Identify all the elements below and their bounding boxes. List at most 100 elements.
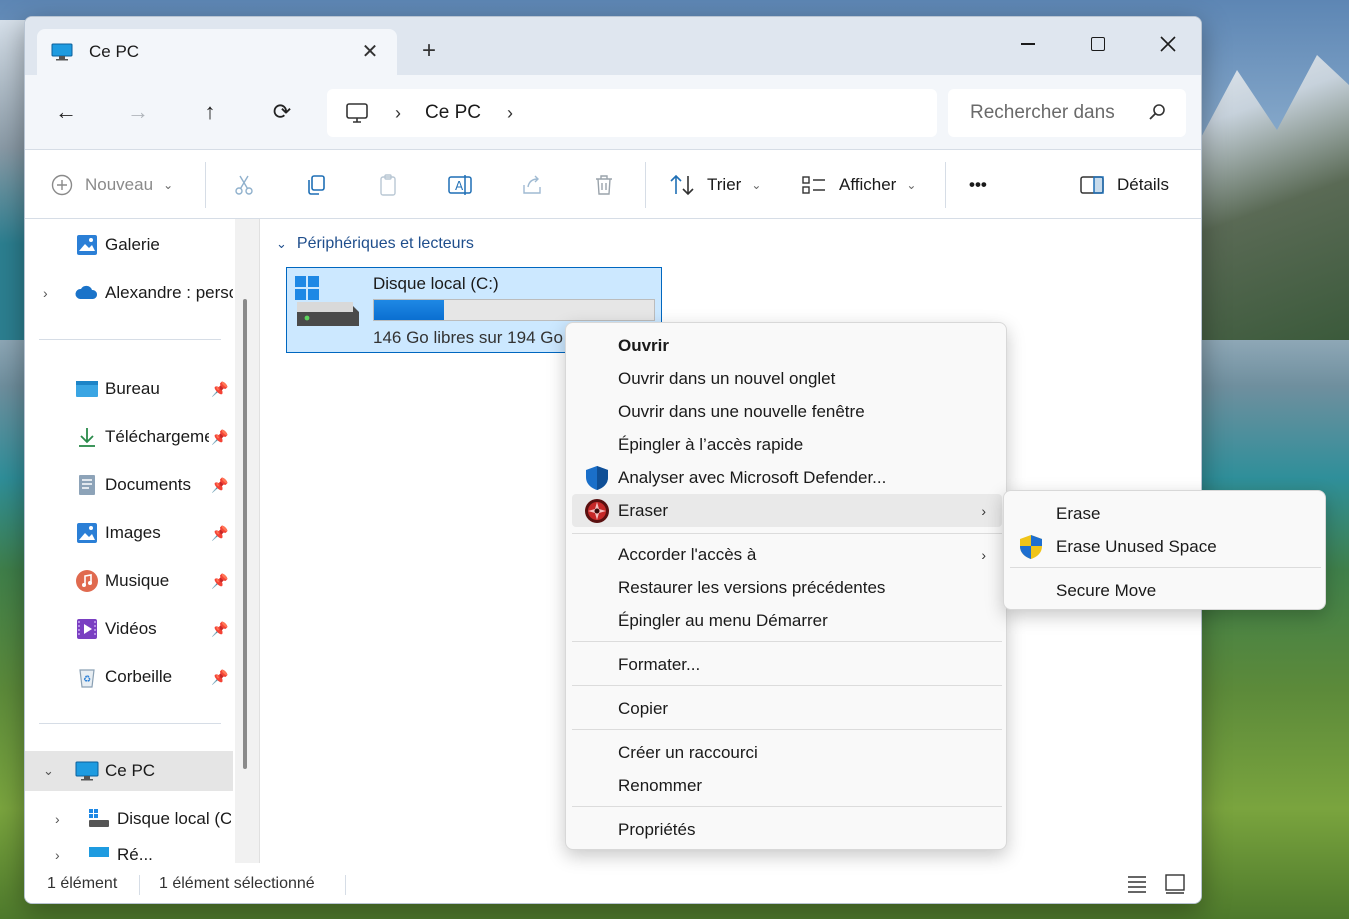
windows-drive-icon (295, 276, 359, 326)
maximize-button[interactable] (1075, 27, 1121, 61)
sidebar-item-telechargements[interactable]: Téléchargements 📌 (25, 417, 233, 457)
refresh-button[interactable]: ⟳ (265, 95, 299, 129)
copy-button[interactable] (301, 170, 331, 200)
details-pane-button[interactable]: Détails (1079, 168, 1169, 202)
sidebar-item-local-disk[interactable]: › Disque local (C:) (25, 799, 233, 839)
new-button[interactable]: Nouveau ⌄ (51, 168, 173, 202)
sidebar-item-bureau[interactable]: Bureau 📌 (25, 369, 233, 409)
sidebar-item-network[interactable]: › Ré... (25, 847, 233, 863)
chevron-down-icon: ⌄ (163, 178, 174, 192)
sidebar-scrollbar-track[interactable] (235, 219, 259, 863)
search-box[interactable]: Rechercher dans (948, 89, 1186, 137)
share-button[interactable] (517, 170, 547, 200)
menu-item-create-shortcut[interactable]: Créer un raccourci (572, 736, 1002, 769)
pictures-icon (77, 523, 97, 543)
uac-shield-icon (1020, 534, 1042, 559)
menu-item-restore-versions[interactable]: Restaurer les versions précédentes (572, 571, 1002, 604)
menu-item-open-new-tab[interactable]: Ouvrir dans un nouvel onglet (572, 362, 1002, 395)
sidebar-item-corbeille[interactable]: ♻ Corbeille 📌 (25, 657, 233, 697)
chevron-down-icon[interactable]: ⌄ (43, 763, 54, 779)
group-header[interactable]: ⌄ Périphériques et lecteurs (276, 235, 474, 253)
submenu-item-erase-unused-space[interactable]: Erase Unused Space (1010, 530, 1321, 563)
back-button[interactable]: ← (49, 95, 83, 129)
monitor-outline-icon (346, 103, 368, 123)
sort-button[interactable]: Trier ⌄ (669, 168, 761, 202)
tab-title: Ce PC (89, 42, 140, 61)
music-icon (76, 570, 98, 592)
sidebar-item-label: Bureau (105, 379, 160, 398)
details-view-icon[interactable] (1125, 873, 1149, 895)
status-divider (345, 875, 346, 895)
details-label: Détails (1117, 175, 1169, 194)
sidebar-item-documents[interactable]: Documents 📌 (25, 465, 233, 505)
network-icon (89, 847, 109, 857)
menu-item-rename[interactable]: Renommer (572, 769, 1002, 802)
pin-icon[interactable]: 📌 (211, 621, 228, 638)
menu-item-format[interactable]: Formater... (572, 648, 1002, 681)
status-divider (139, 875, 140, 895)
sidebar-item-label: Ré... (117, 847, 153, 863)
sidebar-item-ce-pc[interactable]: ⌄ Ce PC (25, 751, 233, 791)
sidebar-item-images[interactable]: Images 📌 (25, 513, 233, 553)
menu-separator (572, 641, 1002, 642)
pin-icon[interactable]: 📌 (211, 477, 228, 494)
cut-button[interactable] (229, 170, 259, 200)
delete-button[interactable] (589, 170, 619, 200)
rename-button[interactable]: A (445, 170, 475, 200)
sidebar-scrollbar-thumb[interactable] (243, 299, 247, 769)
up-button[interactable]: ↑ (193, 95, 227, 129)
menu-label: Propriétés (618, 819, 696, 839)
pin-icon[interactable]: 📌 (211, 429, 228, 446)
submenu-item-secure-move[interactable]: Secure Move (1010, 574, 1321, 607)
sidebar-item-musique[interactable]: Musique 📌 (25, 561, 233, 601)
trash-icon (596, 175, 612, 195)
menu-item-pin-quick-access[interactable]: Épingler à l’accès rapide (572, 428, 1002, 461)
forward-button[interactable]: → (121, 95, 155, 129)
menu-item-ouvrir[interactable]: Ouvrir (572, 329, 1002, 362)
sidebar-item-label: Vidéos (105, 619, 157, 638)
submenu-item-erase[interactable]: Erase (1010, 497, 1321, 530)
menu-item-eraser[interactable]: Eraser › (572, 494, 1002, 527)
menu-item-grant-access[interactable]: Accorder l'accès à › (572, 538, 1002, 571)
sidebar-divider (39, 339, 221, 340)
search-input[interactable]: Rechercher dans (970, 102, 1120, 124)
chevron-right-icon[interactable]: › (55, 847, 60, 863)
breadcrumb-separator[interactable]: › (507, 103, 513, 124)
drive-name: Disque local (C:) (373, 274, 499, 293)
sort-icon (670, 174, 694, 196)
view-list-icon (802, 176, 825, 194)
menu-label: Renommer (618, 775, 703, 795)
tab-ce-pc[interactable]: Ce PC ✕ (37, 29, 397, 75)
menu-item-properties[interactable]: Propriétés (572, 813, 1002, 846)
menu-label: Ouvrir dans une nouvelle fenêtre (618, 401, 865, 421)
menu-item-defender-scan[interactable]: Analyser avec Microsoft Defender... (572, 461, 1002, 494)
view-button[interactable]: Afficher ⌄ (801, 168, 916, 202)
new-tab-button[interactable]: + (417, 39, 441, 63)
pin-icon[interactable]: 📌 (211, 525, 228, 542)
pin-icon[interactable]: 📌 (211, 669, 228, 686)
more-options-button[interactable]: ••• (969, 168, 987, 202)
menu-item-copy[interactable]: Copier (572, 692, 1002, 725)
title-bar: Ce PC ✕ + (25, 17, 1201, 75)
tab-close-button[interactable]: ✕ (359, 41, 381, 63)
chevron-right-icon[interactable]: › (55, 811, 60, 827)
recycle-bin-icon: ♻ (79, 669, 95, 688)
sidebar-item-onedrive[interactable]: › Alexandre : perso (25, 273, 233, 313)
menu-label: Épingler à l’accès rapide (618, 434, 804, 454)
address-bar[interactable]: › Ce PC › (327, 89, 937, 137)
paste-button[interactable] (373, 170, 403, 200)
breadcrumb-ce-pc[interactable]: Ce PC (425, 102, 481, 124)
search-icon (1149, 104, 1165, 120)
chevron-right-icon[interactable]: › (43, 285, 48, 301)
sidebar-divider (39, 723, 221, 724)
sidebar-item-galerie[interactable]: Galerie (25, 225, 233, 265)
pin-icon[interactable]: 📌 (211, 573, 228, 590)
large-icons-view-icon[interactable] (1163, 873, 1187, 895)
menu-item-open-new-window[interactable]: Ouvrir dans une nouvelle fenêtre (572, 395, 1002, 428)
menu-item-pin-start[interactable]: Épingler au menu Démarrer (572, 604, 1002, 637)
pin-icon[interactable]: 📌 (211, 381, 228, 398)
close-window-button[interactable] (1145, 27, 1191, 61)
menu-label: Eraser (618, 500, 669, 520)
sidebar-item-videos[interactable]: Vidéos 📌 (25, 609, 233, 649)
minimize-button[interactable] (1005, 27, 1051, 61)
